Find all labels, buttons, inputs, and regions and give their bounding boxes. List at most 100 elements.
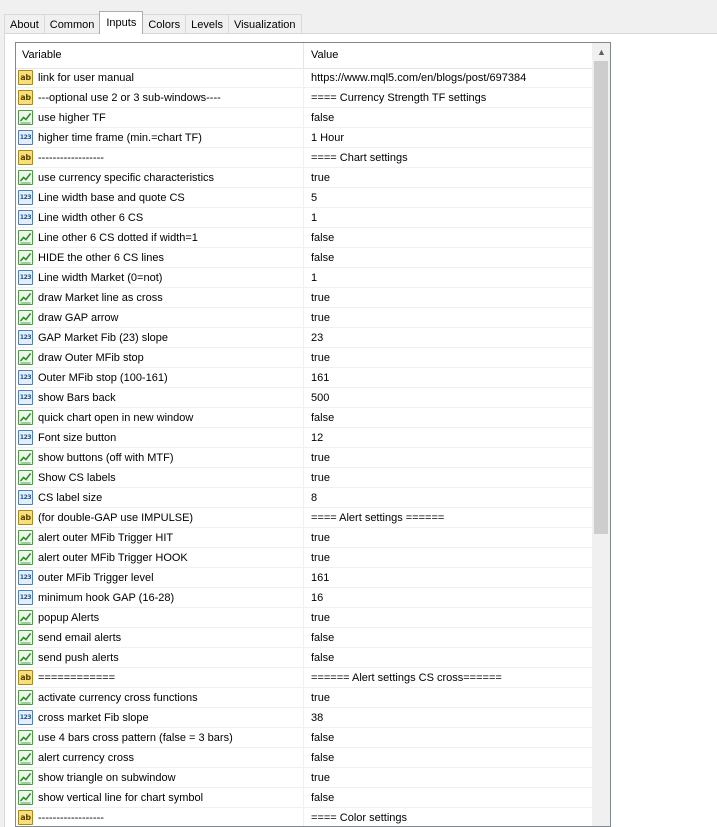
value-cell[interactable]: 38 [304, 712, 594, 724]
table-row[interactable]: 123 minimum hook GAP (16-28) 16 [16, 588, 594, 608]
variable-label: higher time frame (min.=chart TF) [38, 131, 202, 144]
table-row[interactable]: show vertical line for chart symbol false [16, 788, 594, 808]
value-cell[interactable]: false [304, 752, 594, 764]
value-cell[interactable]: true [304, 352, 594, 364]
value-cell[interactable]: 1 Hour [304, 132, 594, 144]
value-cell[interactable]: ====== Alert settings CS cross====== [304, 672, 594, 684]
table-row[interactable]: 123 Font size button 12 [16, 428, 594, 448]
value-cell[interactable]: 8 [304, 492, 594, 504]
value-cell[interactable]: true [304, 472, 594, 484]
table-row[interactable]: use higher TF false [16, 108, 594, 128]
value-cell[interactable]: false [304, 792, 594, 804]
value-cell[interactable]: true [304, 292, 594, 304]
bool-type-icon [18, 730, 33, 745]
scroll-up-arrow-icon[interactable]: ▲ [593, 43, 610, 60]
tab-levels[interactable]: Levels [185, 14, 229, 34]
table-row[interactable]: send push alerts false [16, 648, 594, 668]
value-cell[interactable]: false [304, 412, 594, 424]
tab-about[interactable]: About [4, 14, 45, 34]
table-row[interactable]: 123 GAP Market Fib (23) slope 23 [16, 328, 594, 348]
table-row[interactable]: popup Alerts true [16, 608, 594, 628]
table-row[interactable]: 123 Outer MFib stop (100-161) 161 [16, 368, 594, 388]
value-cell[interactable]: 23 [304, 332, 594, 344]
variable-cell: 123 cross market Fib slope [16, 708, 304, 727]
value-cell[interactable]: 16 [304, 592, 594, 604]
string-type-icon: ab [18, 90, 33, 105]
table-row[interactable]: alert outer MFib Trigger HOOK true [16, 548, 594, 568]
table-row[interactable]: 123 CS label size 8 [16, 488, 594, 508]
table-row[interactable]: Show CS labels true [16, 468, 594, 488]
table-row[interactable]: 123 show Bars back 500 [16, 388, 594, 408]
table-row[interactable]: show buttons (off with MTF) true [16, 448, 594, 468]
number-type-icon: 123 [18, 390, 33, 405]
table-row[interactable]: alert outer MFib Trigger HIT true [16, 528, 594, 548]
tab-colors[interactable]: Colors [142, 14, 187, 34]
table-row[interactable]: ab ------------------ ==== Color settings [16, 808, 594, 826]
value-cell[interactable]: true [304, 552, 594, 564]
variable-label: outer MFib Trigger level [38, 571, 154, 584]
table-row[interactable]: ab ============ ====== Alert settings CS c… [16, 668, 594, 688]
table-row[interactable]: show triangle on subwindow true [16, 768, 594, 788]
tab-common[interactable]: Common [43, 14, 101, 34]
table-row[interactable]: ab ------------------ ==== Chart settings [16, 148, 594, 168]
value-cell[interactable]: false [304, 652, 594, 664]
column-header-value[interactable]: Value [304, 43, 594, 68]
value-cell[interactable]: https://www.mql5.com/en/blogs/post/69738… [304, 72, 594, 84]
table-row[interactable]: draw Outer MFib stop true [16, 348, 594, 368]
value-cell[interactable]: true [304, 772, 594, 784]
value-cell[interactable]: true [304, 172, 594, 184]
value-cell[interactable]: 5 [304, 192, 594, 204]
variable-cell: ab (for double-GAP use IMPULSE) [16, 508, 304, 527]
number-type-icon: 123 [18, 130, 33, 145]
variable-label: Line width base and quote CS [38, 191, 185, 204]
value-cell[interactable]: false [304, 732, 594, 744]
table-row[interactable]: ab link for user manual https://www.mql5.c… [16, 68, 594, 88]
value-cell[interactable]: false [304, 632, 594, 644]
table-row[interactable]: ab (for double-GAP use IMPULSE) ==== Alert… [16, 508, 594, 528]
value-cell[interactable]: true [304, 612, 594, 624]
table-row[interactable]: quick chart open in new window false [16, 408, 594, 428]
value-cell[interactable]: true [304, 532, 594, 544]
table-row[interactable]: 123 cross market Fib slope 38 [16, 708, 594, 728]
value-cell[interactable]: false [304, 232, 594, 244]
value-cell[interactable]: ==== Chart settings [304, 152, 594, 164]
table-row[interactable]: draw GAP arrow true [16, 308, 594, 328]
table-row[interactable]: draw Market line as cross true [16, 288, 594, 308]
table-row[interactable]: 123 Line width other 6 CS 1 [16, 208, 594, 228]
variable-cell: 123 show Bars back [16, 388, 304, 407]
value-cell[interactable]: ==== Currency Strength TF settings [304, 92, 594, 104]
table-row[interactable]: send email alerts false [16, 628, 594, 648]
variable-label: alert outer MFib Trigger HOOK [38, 551, 188, 564]
value-cell[interactable]: 161 [304, 572, 594, 584]
value-cell[interactable]: true [304, 452, 594, 464]
table-row[interactable]: 123 outer MFib Trigger level 161 [16, 568, 594, 588]
table-row[interactable]: 123 Line width Market (0=not) 1 [16, 268, 594, 288]
value-cell[interactable]: 1 [304, 212, 594, 224]
table-row[interactable]: ab ---optional use 2 or 3 sub-windows----… [16, 88, 594, 108]
table-row[interactable]: Line other 6 CS dotted if width=1 false [16, 228, 594, 248]
tab-visualization[interactable]: Visualization [227, 14, 302, 34]
vertical-scrollbar[interactable]: ▲ [592, 43, 610, 826]
column-header-variable[interactable]: Variable [16, 43, 304, 68]
table-row[interactable]: activate currency cross functions true [16, 688, 594, 708]
table-row[interactable]: 123 higher time frame (min.=chart TF) 1 Ho… [16, 128, 594, 148]
table-row[interactable]: use currency specific characteristics tru… [16, 168, 594, 188]
table-row[interactable]: use 4 bars cross pattern (false = 3 bars… [16, 728, 594, 748]
variable-cell: 123 Outer MFib stop (100-161) [16, 368, 304, 387]
value-cell[interactable]: 500 [304, 392, 594, 404]
value-cell[interactable]: 161 [304, 372, 594, 384]
table-row[interactable]: HIDE the other 6 CS lines false [16, 248, 594, 268]
table-row[interactable]: 123 Line width base and quote CS 5 [16, 188, 594, 208]
value-cell[interactable]: 12 [304, 432, 594, 444]
value-cell[interactable]: ==== Color settings [304, 812, 594, 824]
variable-cell: HIDE the other 6 CS lines [16, 248, 304, 267]
value-cell[interactable]: false [304, 112, 594, 124]
value-cell[interactable]: ==== Alert settings ====== [304, 512, 594, 524]
tab-inputs[interactable]: Inputs [99, 11, 144, 34]
value-cell[interactable]: true [304, 692, 594, 704]
table-row[interactable]: alert currency cross false [16, 748, 594, 768]
value-cell[interactable]: 1 [304, 272, 594, 284]
scrollbar-thumb[interactable] [594, 61, 608, 534]
value-cell[interactable]: false [304, 252, 594, 264]
value-cell[interactable]: true [304, 312, 594, 324]
